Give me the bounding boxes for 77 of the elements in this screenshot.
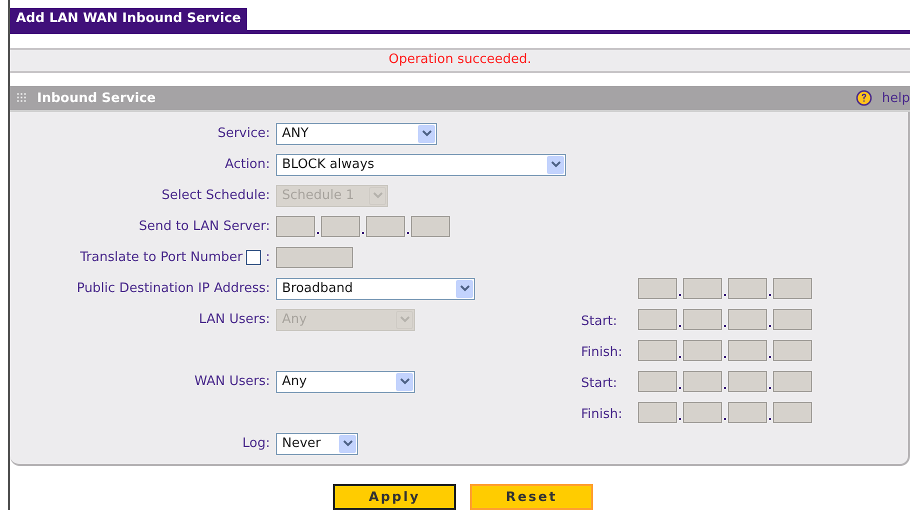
- dot-separator-icon: [769, 356, 771, 358]
- dot-separator-icon: [679, 418, 681, 420]
- field-label: Public Destination IP Address:: [76, 280, 270, 298]
- dot-separator-icon: [362, 232, 364, 234]
- ip-octet-field[interactable]: [411, 216, 450, 238]
- grip-icon: [17, 93, 27, 104]
- chevron-down-icon: [342, 440, 352, 448]
- range-label: Finish:: [581, 344, 622, 360]
- port-field[interactable]: [276, 247, 353, 268]
- dropdown[interactable]: Never: [276, 432, 358, 455]
- chevron-down-icon: [422, 130, 432, 138]
- ip-octet-field[interactable]: [728, 371, 767, 392]
- ip-octet-field[interactable]: [638, 278, 677, 300]
- dropdown[interactable]: ANY: [276, 122, 437, 145]
- ip-octet-field[interactable]: [683, 402, 722, 424]
- field-label: Service:: [218, 124, 270, 143]
- dot-separator-icon: [724, 356, 726, 358]
- dot-separator-icon: [679, 325, 681, 328]
- ip-octet-field[interactable]: [773, 402, 812, 424]
- field-label: Translate to Port Number: [80, 248, 243, 267]
- dot-separator-icon: [724, 418, 726, 420]
- chevron-down-icon: [400, 378, 410, 386]
- ip-octet-field[interactable]: [683, 278, 722, 300]
- help-icon[interactable]: [856, 90, 872, 106]
- dot-separator-icon: [679, 387, 681, 390]
- ip-octet-field[interactable]: [683, 309, 722, 330]
- ip-octet-field[interactable]: [638, 309, 677, 330]
- ip-octet-field[interactable]: [728, 309, 767, 330]
- dropdown[interactable]: Broadband: [276, 278, 475, 300]
- dot-separator-icon: [679, 356, 681, 358]
- ip-octet-field[interactable]: [638, 402, 677, 424]
- ip-octet-field[interactable]: [728, 278, 767, 300]
- chevron-down-icon: [550, 161, 560, 168]
- ip-octet-field[interactable]: [773, 371, 812, 392]
- ip-octet-field[interactable]: [728, 402, 767, 424]
- dot-separator-icon: [724, 387, 726, 390]
- dropdown[interactable]: Any: [276, 370, 415, 393]
- ip-octet-field[interactable]: [638, 371, 677, 392]
- ip-octet-field[interactable]: [773, 340, 812, 362]
- dot-separator-icon: [679, 294, 681, 296]
- ip-octet-field[interactable]: [773, 278, 812, 300]
- field-label: Send to LAN Server:: [138, 218, 270, 236]
- field-label: Select Schedule:: [162, 186, 270, 205]
- ip-octet-field[interactable]: [366, 216, 405, 238]
- section-title: Inbound Service: [37, 90, 156, 108]
- status-message: Operation succeeded.: [388, 51, 532, 70]
- field-label: WAN Users:: [194, 372, 270, 391]
- ip-octet-field[interactable]: [321, 216, 360, 238]
- ip-octet-field[interactable]: [773, 309, 812, 330]
- field-label: Action:: [224, 156, 270, 174]
- chevron-down-icon: [372, 192, 382, 200]
- range-label: Start:: [581, 376, 618, 391]
- ip-octet-field[interactable]: [638, 340, 677, 362]
- dot-separator-icon: [769, 325, 771, 328]
- ip-octet-field[interactable]: [276, 216, 315, 238]
- dot-separator-icon: [769, 387, 771, 390]
- dot-separator-icon: [769, 294, 771, 296]
- field-label: Log:: [242, 434, 270, 453]
- checkbox[interactable]: [246, 250, 261, 266]
- dot-separator-icon: [724, 325, 726, 328]
- dot-separator-icon: [769, 418, 771, 420]
- dot-separator-icon: [407, 232, 409, 234]
- colon-text: :: [264, 248, 270, 267]
- ip-octet-field[interactable]: [683, 340, 722, 362]
- field-label: LAN Users:: [198, 310, 270, 329]
- dot-separator-icon: [724, 294, 726, 296]
- apply-button[interactable]: Apply: [333, 484, 456, 510]
- range-label: Finish:: [581, 406, 622, 422]
- help-link[interactable]: help: [882, 88, 910, 108]
- dot-separator-icon: [317, 232, 319, 234]
- range-label: Start:: [581, 314, 618, 329]
- ip-octet-field[interactable]: [683, 371, 722, 392]
- reset-button[interactable]: Reset: [470, 484, 593, 510]
- dropdown[interactable]: BLOCK always: [276, 154, 566, 176]
- ip-octet-field[interactable]: [728, 340, 767, 362]
- chevron-down-icon: [400, 316, 410, 324]
- chevron-down-icon: [460, 285, 470, 292]
